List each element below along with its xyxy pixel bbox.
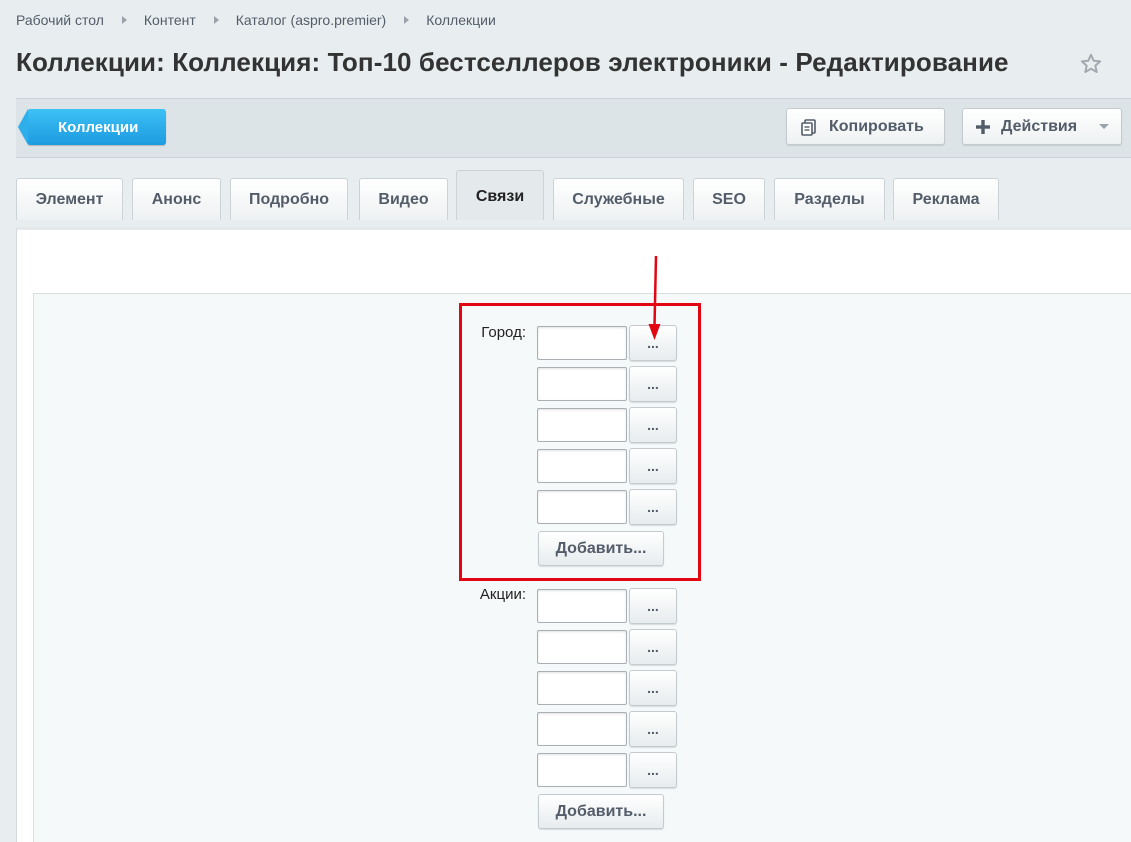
city-input-4[interactable] [537,449,627,483]
breadcrumb-item-desktop[interactable]: Рабочий стол [16,12,104,28]
breadcrumb-separator-icon [404,16,410,24]
copy-icon [801,118,816,136]
tab-advertising[interactable]: Реклама [893,178,999,220]
breadcrumb-separator-icon [213,16,219,24]
actions-button-label: Действия [1001,117,1078,135]
city-pick-button-5[interactable]: ... [629,489,677,525]
city-add-button[interactable]: Добавить... [538,531,664,566]
city-label: Город: [481,324,526,341]
promos-input-2[interactable] [537,630,627,664]
promos-input-4[interactable] [537,712,627,746]
city-pick-button-1[interactable]: ... [629,325,677,361]
city-input-1[interactable] [537,326,627,360]
tab-video[interactable]: Видео [359,178,448,220]
city-pick-button-2[interactable]: ... [629,366,677,402]
copy-button[interactable]: Копировать [786,108,945,145]
promos-pick-button-1[interactable]: ... [629,588,677,624]
breadcrumb-item-catalog[interactable]: Каталог (aspro.premier) [236,12,386,28]
tab-bar: Элемент Анонс Подробно Видео Связи Служе… [16,170,1131,220]
tab-seo[interactable]: SEO [693,178,765,220]
city-pick-button-4[interactable]: ... [629,448,677,484]
tab-element[interactable]: Элемент [16,178,123,220]
promos-label: Акции: [479,586,526,603]
promos-input-1[interactable] [537,589,627,623]
promos-pick-button-2[interactable]: ... [629,629,677,665]
promos-pick-button-5[interactable]: ... [629,752,677,788]
promos-input-3[interactable] [537,671,627,705]
breadcrumb-item-collections[interactable]: Коллекции [426,12,496,28]
star-icon[interactable] [1079,52,1103,76]
actions-button[interactable]: Действия [962,108,1122,145]
city-input-5[interactable] [537,490,627,524]
tab-service[interactable]: Служебные [553,178,684,220]
promos-input-5[interactable] [537,753,627,787]
city-input-2[interactable] [537,367,627,401]
tab-links[interactable]: Связи [456,170,544,220]
chevron-down-icon[interactable] [1099,124,1109,129]
plus-icon [976,119,990,134]
back-to-collections-button[interactable]: Коллекции [18,109,166,145]
promos-add-button[interactable]: Добавить... [538,794,664,829]
breadcrumb-separator-icon [121,16,127,24]
tab-details[interactable]: Подробно [230,178,348,220]
page-title: Коллекции: Коллекция: Топ-10 бестселлеро… [16,47,1009,77]
city-pick-button-3[interactable]: ... [629,407,677,443]
tab-sections[interactable]: Разделы [774,178,885,220]
promos-pick-button-3[interactable]: ... [629,670,677,706]
copy-button-label: Копировать [829,117,924,135]
breadcrumb-item-content[interactable]: Контент [144,12,196,28]
toolbar: Коллекции Копировать Действия [16,98,1131,158]
breadcrumb: Рабочий стол Контент Каталог (aspro.prem… [16,12,496,28]
city-input-3[interactable] [537,408,627,442]
promos-pick-button-4[interactable]: ... [629,711,677,747]
tab-announce[interactable]: Анонс [132,178,221,220]
